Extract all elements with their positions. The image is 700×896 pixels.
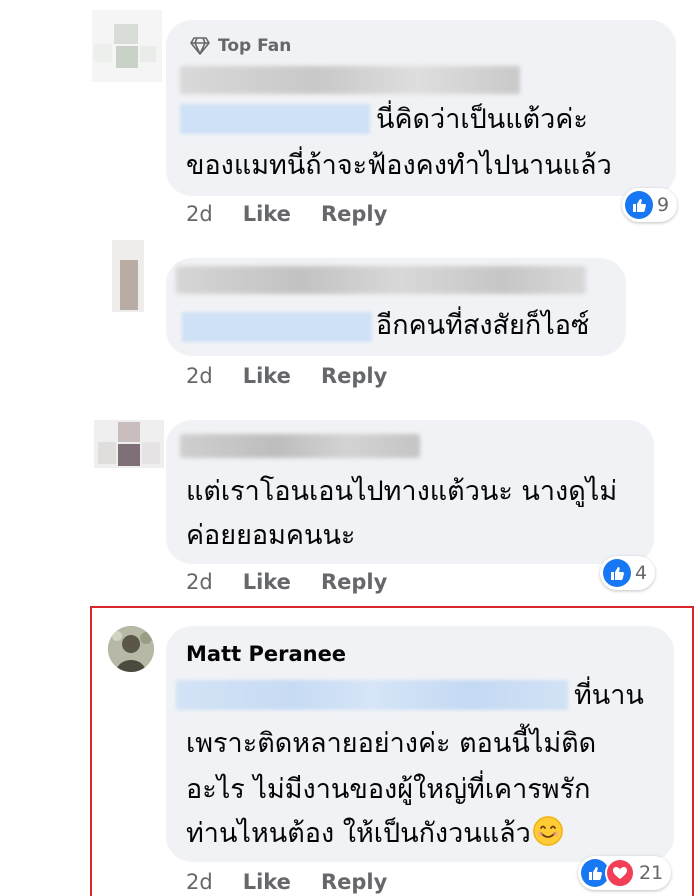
top-fan-badge: Top Fan (190, 36, 291, 56)
comment-actions: 2d Like Reply (186, 364, 417, 388)
like-button[interactable]: Like (243, 870, 291, 894)
diamond-icon (190, 37, 210, 55)
like-icon (625, 191, 653, 219)
comment-text-line: ท่านไหนต้อง ให้เป็นกังวนแล้ว (186, 816, 563, 852)
reaction-number: 4 (635, 562, 648, 584)
like-button[interactable]: Like (243, 570, 291, 594)
reaction-count[interactable]: 4 (600, 556, 656, 590)
reaction-count[interactable]: 9 (622, 188, 678, 222)
reply-button[interactable]: Reply (321, 202, 387, 226)
avatar-blurred[interactable] (92, 10, 162, 82)
comment-text-line: ที่นาน (574, 680, 644, 711)
comment-actions: 2d Like Reply (186, 570, 417, 594)
comment-text-last: ท่านไหนต้อง ให้เป็นกังวนแล้ว (186, 818, 531, 849)
comment-actions: 2d Like Reply (186, 202, 417, 226)
comment-time[interactable]: 2d (186, 364, 213, 388)
comment-text-line: แต่เราโอนเอนไปทางแต้วนะ นางดูไม่ (186, 476, 618, 507)
love-icon (605, 858, 635, 888)
badge-label: Top Fan (218, 36, 292, 56)
comment-time[interactable]: 2d (186, 570, 213, 594)
like-button[interactable]: Like (243, 364, 291, 388)
reaction-number: 9 (657, 194, 670, 216)
reply-button[interactable]: Reply (321, 870, 387, 894)
reply-button[interactable]: Reply (321, 364, 387, 388)
comment-actions: 2d Like Reply (186, 870, 417, 894)
like-icon (603, 559, 631, 587)
comment-text-line: ของแมทนี่ถ้าจะฟ้องคงทำไปนานแล้ว (186, 150, 612, 181)
comment-author[interactable]: Matt Peranee (186, 642, 346, 666)
blurred-name (176, 266, 586, 294)
avatar-blurred[interactable] (112, 240, 144, 312)
comment-time[interactable]: 2d (186, 870, 213, 894)
comment-text-line: นี่คิดว่าเป็นแต้วค่ะ (376, 104, 588, 135)
comment-time[interactable]: 2d (186, 202, 213, 226)
blurred-mention (176, 680, 568, 710)
blurred-name (180, 434, 420, 458)
comment-text-line: อีกคนที่สงสัยก็ไอซ์ (376, 310, 590, 341)
comment-text-line: อะไร ไม่มีงานของผู้ใหญ่ที่เคารพรัก (186, 774, 591, 805)
comment-text-line: ค่อยยอมคนนะ (186, 520, 356, 551)
like-button[interactable]: Like (243, 202, 291, 226)
smile-emoji (532, 816, 563, 846)
reaction-number: 21 (639, 862, 664, 884)
avatar[interactable] (108, 626, 154, 672)
blurred-mention (182, 312, 372, 342)
reply-button[interactable]: Reply (321, 570, 387, 594)
avatar-blurred[interactable] (94, 420, 164, 468)
blurred-mention (180, 104, 370, 134)
comment-text-line: เพราะติดหลายอย่างค่ะ ตอนนี้ไม่ติด (186, 728, 597, 759)
blurred-name (180, 66, 520, 94)
reaction-count[interactable]: 21 (578, 856, 672, 890)
